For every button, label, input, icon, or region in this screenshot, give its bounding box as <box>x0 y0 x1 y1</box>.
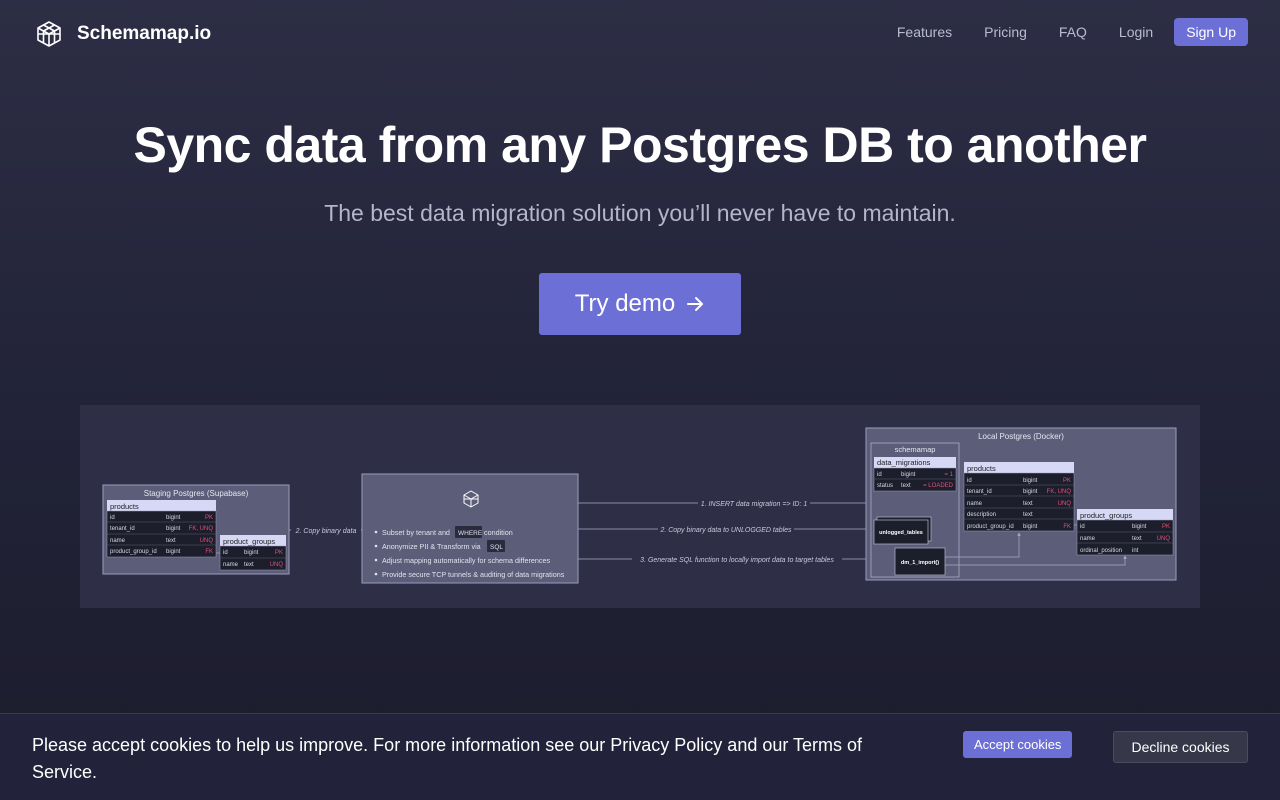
column-constraint: = 1 <box>944 472 953 478</box>
nav-links: Features Pricing FAQ Login Sign Up <box>865 18 1248 46</box>
table-name: product_groups <box>223 537 275 546</box>
staging-postgres-title: Staging Postgres (Supabase) <box>144 489 249 498</box>
cube-logo-icon <box>37 21 61 47</box>
hero-title: Sync data from any Postgres DB to anothe… <box>133 117 1147 173</box>
column-name: id <box>1080 524 1085 530</box>
column-name: product_group_id <box>967 524 1014 530</box>
code-sql: SQL <box>490 544 503 551</box>
column-constraint: FK, UNQ <box>189 526 214 532</box>
arrow-insert-label: 1. INSERT data migration => ID: 1 <box>701 501 808 508</box>
column-type: bigint <box>244 550 259 556</box>
nav-link-login[interactable]: Login <box>1119 24 1153 40</box>
column-type: bigint <box>166 526 181 532</box>
staging-postgres-box: Staging Postgres (Supabase) products id … <box>102 484 290 575</box>
table-name: data_migrations <box>877 458 931 467</box>
column-constraint: PK <box>275 550 283 556</box>
column-name: tenant_id <box>110 526 135 532</box>
nav-link-features[interactable]: Features <box>897 24 952 40</box>
local-product-groups-table: product_groups id bigint PK name text UN… <box>1076 509 1174 556</box>
arrow-right-icon <box>687 297 704 311</box>
column-type: text <box>1023 512 1033 518</box>
column-type: bigint <box>1023 478 1038 484</box>
column-type: bigint <box>1132 524 1147 530</box>
column-constraint: = LOADED <box>923 483 954 489</box>
column-constraint: UNQ <box>1058 501 1072 507</box>
arrow-generate-sql-label: 3. Generate SQL function to locally impo… <box>640 557 834 564</box>
column-name: name <box>967 501 983 507</box>
copy-arrow-label: 2. Copy binary data <box>295 528 357 535</box>
column-type: text <box>166 538 176 544</box>
bullet-subset-tail: condition <box>484 528 513 537</box>
column-constraint: UNQ <box>270 562 284 568</box>
column-type: bigint <box>901 472 916 478</box>
column-constraint: FK <box>1063 524 1071 530</box>
signup-button[interactable]: Sign Up <box>1174 18 1248 46</box>
local-postgres-box: Local Postgres (Docker) schemamap data_m… <box>865 427 1177 581</box>
column-name: id <box>967 478 972 484</box>
diagram-svg: Staging Postgres (Supabase) products id … <box>102 427 1177 584</box>
column-name: description <box>967 512 996 518</box>
cookie-message: Please accept cookies to help us improve… <box>32 735 863 782</box>
column-constraint: UNQ <box>200 538 214 544</box>
hero-subtitle: The best data migration solution you’ll … <box>324 200 956 226</box>
table-name: products <box>967 464 996 473</box>
schema-name: schemamap <box>895 445 936 454</box>
nav-link-pricing[interactable]: Pricing <box>984 24 1027 40</box>
column-type: bigint <box>166 549 181 555</box>
table-name: product_groups <box>1080 511 1132 520</box>
column-constraint: FK <box>205 549 213 555</box>
column-constraint: PK <box>1162 524 1170 530</box>
import-function-label: dm_1_import() <box>901 560 939 566</box>
column-constraint: UNQ <box>1157 536 1171 542</box>
staging-products-table: products id bigint PK tenant_id bigint F… <box>106 500 217 558</box>
column-name: id <box>110 515 115 521</box>
architecture-diagram: Staging Postgres (Supabase) products id … <box>80 405 1200 608</box>
local-products-table: products id bigint PK tenant_id bigint F… <box>963 462 1075 532</box>
local-postgres-title: Local Postgres (Docker) <box>978 432 1064 441</box>
column-name: name <box>1080 536 1096 542</box>
code-where: WHERE <box>458 530 483 537</box>
accept-cookies-button[interactable]: Accept cookies <box>963 731 1073 758</box>
column-constraint: PK <box>1063 478 1071 484</box>
column-type: text <box>901 483 911 489</box>
column-type: bigint <box>166 515 181 521</box>
column-constraint: PK <box>205 515 213 521</box>
column-type: text <box>1132 536 1142 542</box>
arrow-copy-unlogged-label: 2. Copy binary data to UNLOGGED tables <box>659 527 792 534</box>
migration-arrows: 1. INSERT data migration => ID: 1 2. Cop… <box>578 490 917 576</box>
bullet-tcp-tunnels: Provide secure TCP tunnels & auditing of… <box>382 570 565 579</box>
column-type: int <box>1132 548 1139 554</box>
decline-cookies-button[interactable]: Decline cookies <box>1113 731 1248 763</box>
column-name: product_group_id <box>110 549 157 555</box>
column-type: text <box>1023 501 1033 507</box>
cookie-banner: Please accept cookies to help us improve… <box>0 713 1280 800</box>
column-type: bigint <box>1023 524 1038 530</box>
column-name: status <box>877 483 893 489</box>
brand-logo[interactable]: Schemamap.io <box>35 20 211 48</box>
column-name: id <box>877 472 882 478</box>
table-name: products <box>110 502 139 511</box>
column-name: ordinal_position <box>1080 548 1122 554</box>
column-type: text <box>244 562 254 568</box>
nav-link-faq[interactable]: FAQ <box>1059 24 1087 40</box>
schemamap-center-box: Subset by tenant and WHERE condition Ano… <box>361 473 579 584</box>
bullet-subset: Subset by tenant and <box>382 528 450 537</box>
column-type: bigint <box>1023 489 1038 495</box>
try-demo-button[interactable]: Try demo <box>539 273 741 335</box>
top-nav: Schemamap.io Features Pricing FAQ Login … <box>0 0 1280 64</box>
column-name: id <box>223 550 228 556</box>
column-constraint: FK, UNQ <box>1047 489 1072 495</box>
column-name: name <box>223 562 239 568</box>
bullet-anonymize: Anonymize PII & Transform via <box>382 542 481 551</box>
bullet-adjust-mapping: Adjust mapping automatically for schema … <box>382 556 550 565</box>
try-demo-label: Try demo <box>574 290 676 317</box>
brand-name: Schemamap.io <box>77 23 212 44</box>
staging-product-groups-table: product_groups id bigint PK name text UN… <box>219 535 287 571</box>
column-name: tenant_id <box>967 489 992 495</box>
unlogged-tables-label: unlogged_tables <box>879 530 923 536</box>
column-name: name <box>110 538 126 544</box>
